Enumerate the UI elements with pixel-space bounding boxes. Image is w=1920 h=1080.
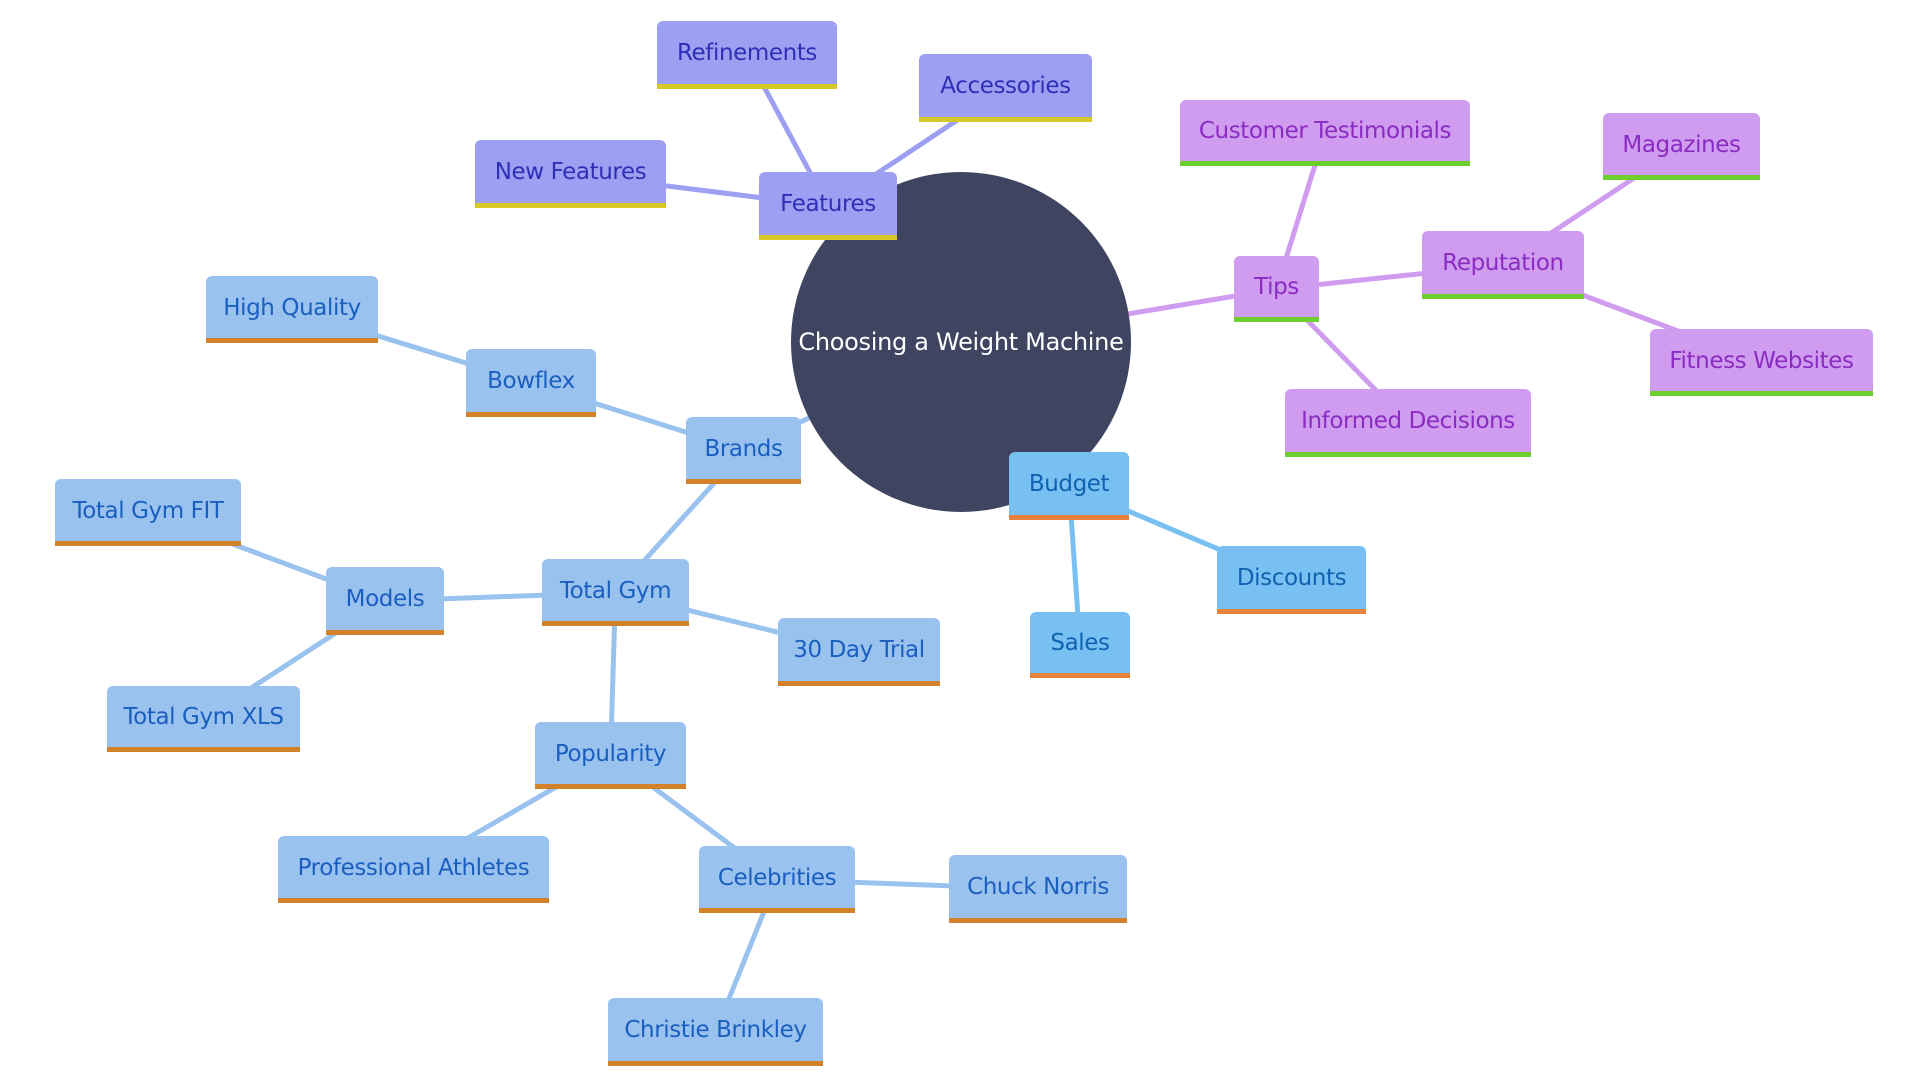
node-label: Budget — [1028, 471, 1110, 497]
node-label: Models — [345, 586, 425, 612]
node-refinements[interactable]: Refinements — [657, 21, 837, 89]
node-label: 30 Day Trial — [793, 637, 925, 663]
node-informed-decisions[interactable]: Informed Decisions — [1285, 389, 1531, 457]
node-label: Professional Athletes — [297, 854, 530, 881]
node-budget[interactable]: Budget — [1009, 452, 1129, 520]
node-label: Total Gym FIT — [72, 497, 224, 524]
node-label: Brands — [704, 435, 783, 462]
node-label: Christie Brinkley — [624, 1017, 807, 1043]
node-fitness-websites[interactable]: Fitness Websites — [1650, 329, 1873, 396]
node-new-features[interactable]: New Features — [475, 140, 666, 208]
node-total-gym-xls[interactable]: Total Gym XLS — [107, 686, 300, 752]
node-label: Total Gym — [559, 577, 672, 604]
node-label: New Features — [494, 159, 647, 185]
node-label: Refinements — [676, 40, 818, 66]
node-label: Customer Testimonials — [1198, 118, 1452, 144]
node-popularity[interactable]: Popularity — [535, 722, 686, 789]
node-label: Magazines — [1622, 131, 1741, 158]
node-chuck-norris[interactable]: Chuck Norris — [949, 855, 1127, 923]
node-christie-brinkley[interactable]: Christie Brinkley — [608, 998, 823, 1066]
node-features[interactable]: Features — [759, 172, 897, 240]
node-label: Tips — [1254, 274, 1299, 300]
root-node-label: Choosing a Weight Machine — [798, 328, 1124, 356]
node-brands[interactable]: Brands — [686, 417, 801, 484]
node-professional-athletes[interactable]: Professional Athletes — [278, 836, 549, 903]
node-accessories[interactable]: Accessories — [919, 54, 1092, 122]
node-label: Celebrities — [717, 864, 837, 891]
node-label: Total Gym XLS — [123, 704, 284, 730]
node-celebrities[interactable]: Celebrities — [699, 846, 855, 913]
node-label: Sales — [1050, 630, 1110, 656]
node-reputation[interactable]: Reputation — [1422, 231, 1584, 299]
node-tips[interactable]: Tips — [1234, 256, 1319, 322]
node-sales[interactable]: Sales — [1030, 612, 1130, 678]
node-label: Features — [780, 191, 876, 217]
node-total-gym-fit[interactable]: Total Gym FIT — [55, 479, 241, 546]
node-label: Popularity — [554, 740, 667, 767]
node-30-day-trial[interactable]: 30 Day Trial — [778, 618, 940, 686]
node-magazines[interactable]: Magazines — [1603, 113, 1760, 180]
node-label: High Quality — [223, 294, 361, 321]
node-label: Bowflex — [487, 368, 575, 394]
node-label: Discounts — [1236, 565, 1347, 591]
node-customer-testimonials[interactable]: Customer Testimonials — [1180, 100, 1470, 166]
node-label: Reputation — [1442, 250, 1564, 276]
node-total-gym[interactable]: Total Gym — [542, 559, 689, 626]
node-discounts[interactable]: Discounts — [1217, 546, 1366, 614]
node-bowflex[interactable]: Bowflex — [466, 349, 596, 417]
node-label: Chuck Norris — [967, 874, 1109, 900]
node-label: Informed Decisions — [1301, 408, 1515, 434]
node-models[interactable]: Models — [326, 567, 444, 635]
node-label: Accessories — [940, 73, 1071, 99]
node-label: Fitness Websites — [1669, 347, 1854, 374]
node-high-quality[interactable]: High Quality — [206, 276, 378, 343]
